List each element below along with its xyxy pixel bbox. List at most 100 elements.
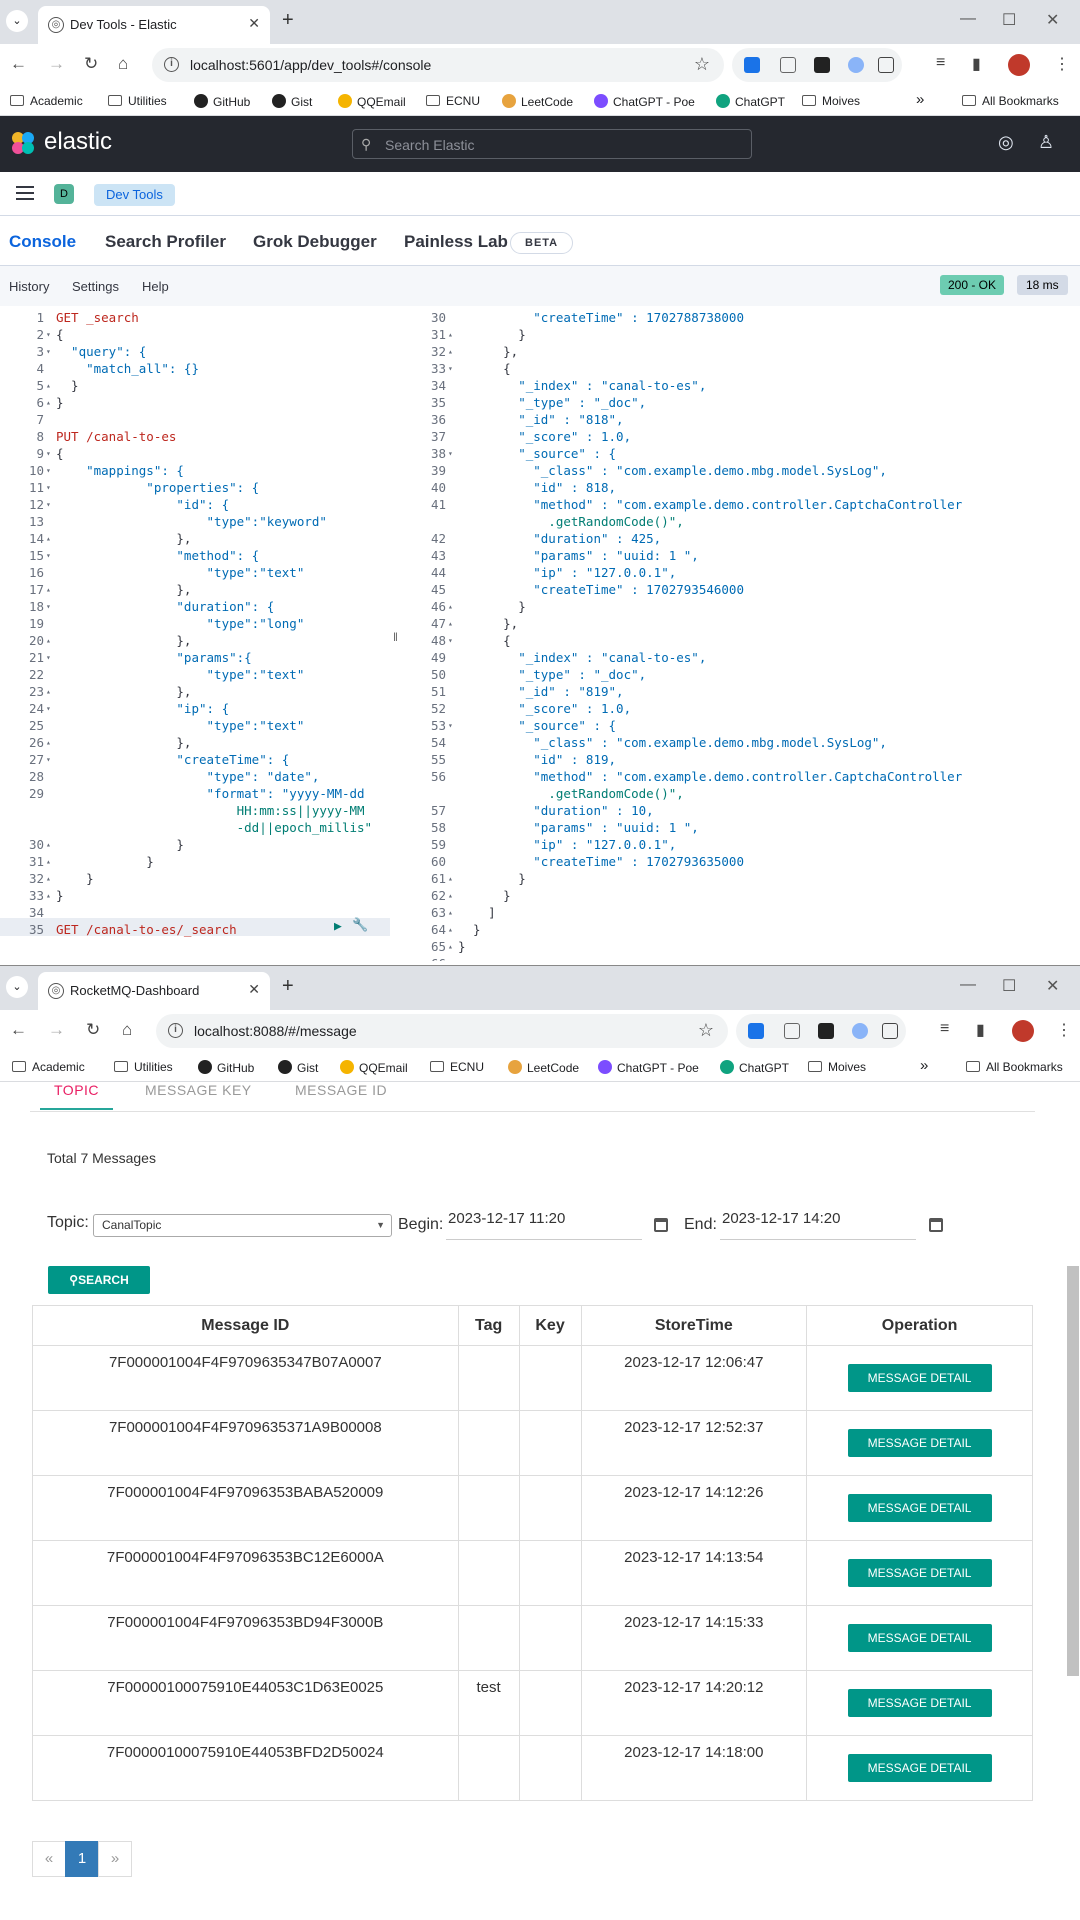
close-tab-icon[interactable]: ✕	[248, 15, 260, 32]
bookmark-moives[interactable]: Moives	[802, 94, 860, 108]
page-1-button[interactable]: 1	[65, 1841, 99, 1877]
fold-toggle-icon[interactable]: ▾	[46, 343, 51, 360]
fold-toggle-icon[interactable]: ▴	[448, 938, 453, 955]
fold-toggle-icon[interactable]: ▴	[46, 632, 51, 649]
bookmark-chatgpt-poe[interactable]: ChatGPT - Poe	[594, 94, 695, 109]
profile-avatar[interactable]	[1008, 54, 1030, 76]
bookmark-leetcode[interactable]: LeetCode	[502, 94, 573, 109]
fold-toggle-icon[interactable]: ▴	[46, 836, 51, 853]
message-detail-button[interactable]: MESSAGE DETAIL	[847, 1623, 992, 1652]
bookmark-utilities[interactable]: Utilities	[108, 94, 167, 108]
breadcrumb[interactable]: Dev Tools	[94, 184, 175, 206]
settings-link[interactable]: Settings	[72, 279, 119, 294]
extension-icon[interactable]	[852, 1023, 868, 1039]
tab-search-icon[interactable]: ⌄	[6, 10, 28, 32]
forward-icon[interactable]: →	[48, 1020, 65, 1040]
minimize-icon[interactable]: —	[960, 976, 976, 994]
extension-icon[interactable]	[780, 57, 796, 73]
bookmark-academic[interactable]: Academic	[12, 1060, 85, 1074]
space-avatar[interactable]: D	[54, 184, 74, 204]
tab-topic[interactable]: TOPIC	[39, 1082, 114, 1110]
puzzle-icon[interactable]	[882, 1023, 898, 1039]
bookmark-star-icon[interactable]: ☆	[698, 1020, 714, 1041]
user-icon[interactable]: ♙	[1038, 132, 1054, 153]
tab-grok-debugger[interactable]: Grok Debugger	[253, 232, 377, 252]
extension-icon[interactable]	[744, 57, 760, 73]
back-icon[interactable]: ←	[10, 54, 27, 74]
tab-console[interactable]: Console	[9, 232, 77, 269]
reading-list-icon[interactable]: ≡	[936, 54, 945, 72]
reload-icon[interactable]: ↻	[86, 1020, 100, 1040]
fold-toggle-icon[interactable]: ▴	[448, 343, 453, 360]
bookmark-chatgpt[interactable]: ChatGPT	[720, 1060, 789, 1075]
fold-toggle-icon[interactable]: ▴	[46, 394, 51, 411]
bookmark-github[interactable]: GitHub	[194, 94, 250, 109]
fold-toggle-icon[interactable]: ▾	[448, 445, 453, 462]
maximize-icon[interactable]: ☐	[1002, 976, 1016, 996]
reading-list-icon[interactable]: ≡	[940, 1020, 949, 1038]
fold-toggle-icon[interactable]: ▾	[46, 326, 51, 343]
tab-painless-lab[interactable]: Painless Lab	[404, 232, 508, 252]
bookmark-gist[interactable]: Gist	[272, 94, 312, 109]
fold-toggle-icon[interactable]: ▾	[46, 479, 51, 496]
new-tab-icon[interactable]: +	[282, 975, 294, 998]
site-info-icon[interactable]: i	[164, 57, 179, 72]
search-button[interactable]: ⚲SEARCH	[48, 1266, 150, 1294]
all-bookmarks[interactable]: All Bookmarks	[962, 94, 1059, 108]
fold-toggle-icon[interactable]: ▴	[46, 853, 51, 870]
extension-icon[interactable]	[818, 1023, 834, 1039]
tab-search-profiler[interactable]: Search Profiler	[105, 232, 226, 252]
message-detail-button[interactable]: MESSAGE DETAIL	[847, 1558, 992, 1587]
new-tab-icon[interactable]: +	[282, 9, 294, 32]
bookmark-star-icon[interactable]: ☆	[694, 54, 710, 75]
prev-page-button[interactable]: «	[32, 1841, 66, 1877]
begin-date-input[interactable]: 2023-12-17 11:20	[446, 1210, 642, 1240]
calendar-icon[interactable]	[929, 1218, 943, 1232]
extension-icon[interactable]	[848, 57, 864, 73]
forward-icon[interactable]: →	[48, 54, 65, 74]
fold-toggle-icon[interactable]: ▾	[46, 462, 51, 479]
more-bookmarks-icon[interactable]: »	[920, 1057, 928, 1074]
bookmark-leetcode[interactable]: LeetCode	[508, 1060, 579, 1075]
close-window-icon[interactable]: ✕	[1046, 976, 1059, 996]
fold-toggle-icon[interactable]: ▾	[46, 751, 51, 768]
fold-toggle-icon[interactable]: ▴	[448, 870, 453, 887]
address-bar[interactable]: i localhost:8088/#/message ☆	[156, 1014, 728, 1048]
bookmark-chatgpt-poe[interactable]: ChatGPT - Poe	[598, 1060, 699, 1075]
minimize-icon[interactable]: —	[960, 10, 976, 28]
menu-dots-icon[interactable]: ⋮	[1054, 54, 1070, 74]
fold-toggle-icon[interactable]: ▾	[46, 598, 51, 615]
bookmark-utilities[interactable]: Utilities	[114, 1060, 173, 1074]
fold-toggle-icon[interactable]: ▴	[46, 683, 51, 700]
bookmark-ecnu[interactable]: ECNU	[430, 1060, 484, 1074]
fold-toggle-icon[interactable]: ▴	[46, 887, 51, 904]
home-icon[interactable]: ⌂	[118, 54, 128, 74]
puzzle-icon[interactable]	[878, 57, 894, 73]
site-info-icon[interactable]: i	[168, 1023, 183, 1038]
more-bookmarks-icon[interactable]: »	[916, 91, 924, 108]
hamburger-menu-icon[interactable]	[16, 186, 34, 200]
fold-toggle-icon[interactable]: ▴	[448, 615, 453, 632]
message-detail-button[interactable]: MESSAGE DETAIL	[847, 1753, 992, 1782]
fold-toggle-icon[interactable]: ▾	[46, 496, 51, 513]
browser-tab[interactable]: ◎ RocketMQ-Dashboard ✕	[38, 972, 270, 1010]
message-detail-button[interactable]: MESSAGE DETAIL	[847, 1428, 992, 1457]
elastic-logo[interactable]	[12, 132, 36, 156]
fold-toggle-icon[interactable]: ▴	[448, 921, 453, 938]
maximize-icon[interactable]: ☐	[1002, 10, 1016, 30]
fold-toggle-icon[interactable]: ▾	[46, 700, 51, 717]
topic-select[interactable]: CanalTopic ▼	[93, 1214, 392, 1237]
close-tab-icon[interactable]: ✕	[248, 981, 260, 998]
home-icon[interactable]: ⌂	[122, 1020, 132, 1040]
tab-message-key[interactable]: MESSAGE KEY	[145, 1082, 252, 1098]
extension-icon[interactable]	[784, 1023, 800, 1039]
help-icon[interactable]: ◎	[998, 132, 1014, 153]
fold-toggle-icon[interactable]: ▴	[46, 734, 51, 751]
side-panel-icon[interactable]: ▮	[976, 1020, 985, 1040]
extension-icon[interactable]	[748, 1023, 764, 1039]
bookmark-academic[interactable]: Academic	[10, 94, 83, 108]
tab-message-id[interactable]: MESSAGE ID	[295, 1082, 387, 1098]
bookmark-gist[interactable]: Gist	[278, 1060, 318, 1075]
side-panel-icon[interactable]: ▮	[972, 54, 981, 74]
fold-toggle-icon[interactable]: ▾	[448, 632, 453, 649]
